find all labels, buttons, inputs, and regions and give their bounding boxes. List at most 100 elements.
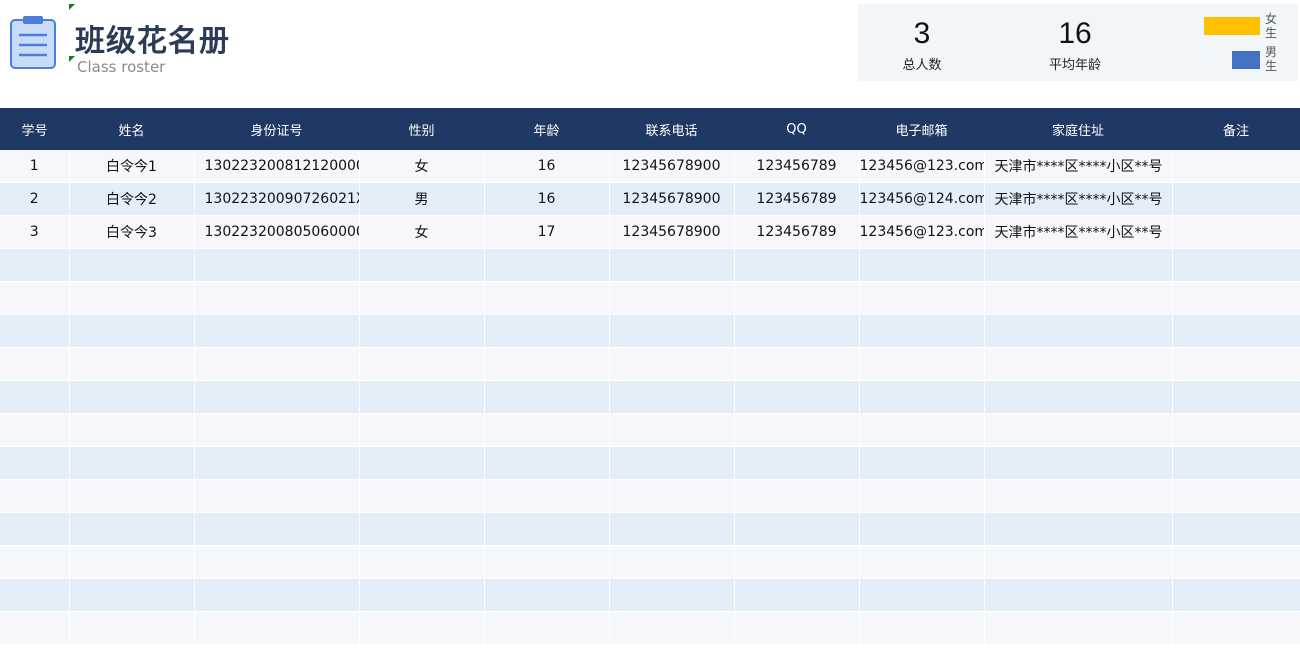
- empty-cell[interactable]: [69, 479, 195, 513]
- empty-cell[interactable]: [484, 314, 610, 348]
- column-header-address[interactable]: 家庭住址: [984, 108, 1172, 150]
- empty-cell[interactable]: [859, 611, 985, 645]
- empty-cell[interactable]: [1172, 545, 1300, 579]
- column-header-student-id[interactable]: 学号: [0, 108, 69, 150]
- empty-cell[interactable]: [1172, 611, 1300, 645]
- cell-id-number[interactable]: 130223200812120000: [194, 150, 360, 183]
- empty-cell[interactable]: [609, 314, 735, 348]
- empty-cell[interactable]: [734, 314, 860, 348]
- empty-cell[interactable]: [859, 413, 985, 447]
- empty-cell[interactable]: [69, 611, 195, 645]
- empty-cell[interactable]: [0, 314, 70, 348]
- cell-student-id[interactable]: 2: [0, 182, 70, 216]
- empty-cell[interactable]: [734, 347, 860, 381]
- empty-cell[interactable]: [859, 545, 985, 579]
- empty-cell[interactable]: [984, 347, 1173, 381]
- cell-name[interactable]: 白令今1: [69, 150, 195, 183]
- column-header-name[interactable]: 姓名: [69, 108, 194, 150]
- empty-cell[interactable]: [359, 446, 485, 480]
- empty-cell[interactable]: [359, 578, 485, 612]
- empty-cell[interactable]: [194, 578, 360, 612]
- empty-cell[interactable]: [859, 479, 985, 513]
- cell-qq[interactable]: 123456789: [734, 215, 860, 249]
- empty-cell[interactable]: [359, 281, 485, 315]
- empty-cell[interactable]: [734, 512, 860, 546]
- cell-id-number[interactable]: 130223200805060000: [194, 215, 360, 249]
- column-header-remark[interactable]: 备注: [1172, 108, 1300, 150]
- empty-cell[interactable]: [984, 446, 1173, 480]
- empty-cell[interactable]: [984, 314, 1173, 348]
- cell-age[interactable]: 16: [484, 150, 610, 183]
- cell-id-number[interactable]: 13022320090726021X: [194, 182, 360, 216]
- empty-cell[interactable]: [359, 611, 485, 645]
- empty-cell[interactable]: [194, 248, 360, 282]
- empty-cell[interactable]: [359, 248, 485, 282]
- cell-address[interactable]: 天津市****区****小区**号: [984, 182, 1173, 216]
- empty-cell[interactable]: [984, 611, 1173, 645]
- empty-cell[interactable]: [484, 281, 610, 315]
- empty-cell[interactable]: [484, 446, 610, 480]
- empty-cell[interactable]: [484, 347, 610, 381]
- cell-qq[interactable]: 123456789: [734, 150, 860, 183]
- column-header-gender[interactable]: 性别: [359, 108, 484, 150]
- empty-cell[interactable]: [0, 512, 70, 546]
- empty-cell[interactable]: [734, 578, 860, 612]
- empty-cell[interactable]: [0, 545, 70, 579]
- cell-name[interactable]: 白令今2: [69, 182, 195, 216]
- empty-cell[interactable]: [1172, 347, 1300, 381]
- empty-cell[interactable]: [609, 380, 735, 414]
- empty-cell[interactable]: [734, 281, 860, 315]
- column-header-qq[interactable]: QQ: [734, 108, 859, 150]
- empty-cell[interactable]: [194, 446, 360, 480]
- empty-cell[interactable]: [1172, 281, 1300, 315]
- empty-cell[interactable]: [359, 314, 485, 348]
- empty-cell[interactable]: [194, 545, 360, 579]
- cell-email[interactable]: 123456@124.com: [859, 182, 985, 216]
- empty-cell[interactable]: [984, 479, 1173, 513]
- empty-cell[interactable]: [484, 512, 610, 546]
- empty-cell[interactable]: [194, 413, 360, 447]
- cell-address[interactable]: 天津市****区****小区**号: [984, 215, 1173, 249]
- empty-cell[interactable]: [1172, 314, 1300, 348]
- empty-cell[interactable]: [359, 479, 485, 513]
- empty-cell[interactable]: [734, 380, 860, 414]
- empty-cell[interactable]: [69, 248, 195, 282]
- cell-email[interactable]: 123456@123.com: [859, 215, 985, 249]
- empty-cell[interactable]: [69, 380, 195, 414]
- cell-age[interactable]: 16: [484, 182, 610, 216]
- empty-cell[interactable]: [859, 314, 985, 348]
- cell-student-id[interactable]: 3: [0, 215, 70, 249]
- empty-cell[interactable]: [609, 281, 735, 315]
- cell-email[interactable]: 123456@123.com: [859, 150, 985, 183]
- empty-cell[interactable]: [359, 512, 485, 546]
- cell-phone[interactable]: 12345678900: [609, 215, 735, 249]
- cell-gender[interactable]: 女: [359, 150, 485, 183]
- cell-age[interactable]: 17: [484, 215, 610, 249]
- empty-cell[interactable]: [984, 545, 1173, 579]
- empty-cell[interactable]: [194, 512, 360, 546]
- empty-cell[interactable]: [609, 248, 735, 282]
- empty-cell[interactable]: [484, 380, 610, 414]
- empty-cell[interactable]: [609, 611, 735, 645]
- empty-cell[interactable]: [194, 611, 360, 645]
- empty-cell[interactable]: [69, 446, 195, 480]
- cell-name[interactable]: 白令今3: [69, 215, 195, 249]
- empty-cell[interactable]: [609, 347, 735, 381]
- empty-cell[interactable]: [859, 248, 985, 282]
- cell-address[interactable]: 天津市****区****小区**号: [984, 150, 1173, 183]
- column-header-id-number[interactable]: 身份证号: [194, 108, 359, 150]
- empty-cell[interactable]: [0, 413, 70, 447]
- cell-remark[interactable]: [1172, 150, 1300, 183]
- empty-cell[interactable]: [194, 380, 360, 414]
- empty-cell[interactable]: [734, 479, 860, 513]
- empty-cell[interactable]: [609, 479, 735, 513]
- empty-cell[interactable]: [609, 578, 735, 612]
- empty-cell[interactable]: [359, 380, 485, 414]
- empty-cell[interactable]: [734, 611, 860, 645]
- empty-cell[interactable]: [69, 281, 195, 315]
- empty-cell[interactable]: [359, 413, 485, 447]
- empty-cell[interactable]: [69, 314, 195, 348]
- empty-cell[interactable]: [859, 347, 985, 381]
- empty-cell[interactable]: [0, 248, 70, 282]
- empty-cell[interactable]: [734, 446, 860, 480]
